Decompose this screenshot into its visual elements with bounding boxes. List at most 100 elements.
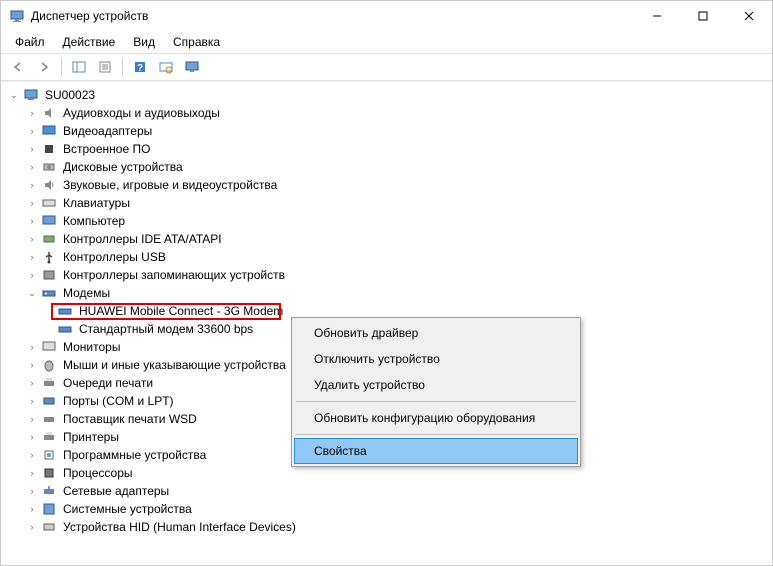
node-label: Поставщик печати WSD (61, 412, 199, 426)
tree-node-net[interactable]: › Сетевые адаптеры (3, 482, 770, 500)
expander-icon[interactable]: › (25, 268, 39, 282)
tree-node-keyboard[interactable]: › Клавиатуры (3, 194, 770, 212)
tree-node-video[interactable]: › Видеоадаптеры (3, 122, 770, 140)
forward-button[interactable] (33, 56, 55, 78)
minimize-button[interactable] (634, 1, 680, 31)
expander-icon[interactable]: › (25, 430, 39, 444)
expander-icon[interactable]: › (25, 124, 39, 138)
tree-node-ide[interactable]: › Контроллеры IDE ATA/ATAPI (3, 230, 770, 248)
display-icon (41, 123, 57, 139)
tree-node-usb[interactable]: › Контроллеры USB (3, 248, 770, 266)
chip-icon (41, 141, 57, 157)
toolbar-separator (122, 58, 123, 76)
system-icon (41, 501, 57, 517)
expander-icon[interactable]: › (25, 520, 39, 534)
expander-icon[interactable]: › (25, 448, 39, 462)
show-hide-tree-button[interactable] (68, 56, 90, 78)
expander-icon[interactable]: › (25, 412, 39, 426)
node-label: Контроллеры запоминающих устройств (61, 268, 287, 282)
tree-node-storage[interactable]: › Контроллеры запоминающих устройств (3, 266, 770, 284)
expander-icon[interactable]: › (25, 232, 39, 246)
node-label: Модемы (61, 286, 112, 300)
tree-node-computer[interactable]: › Компьютер (3, 212, 770, 230)
node-label: Компьютер (61, 214, 127, 228)
menu-help[interactable]: Справка (165, 33, 228, 51)
node-label: HUAWEI Mobile Connect - 3G Modem (77, 304, 285, 318)
expander-icon[interactable]: › (25, 466, 39, 480)
tree-node-system[interactable]: › Системные устройства (3, 500, 770, 518)
expander-icon[interactable]: › (25, 340, 39, 354)
node-label: Стандартный модем 33600 bps (77, 322, 255, 336)
app-icon (9, 8, 25, 24)
node-label: Системные устройства (61, 502, 194, 516)
expander-icon[interactable]: ⌄ (7, 88, 21, 102)
expander-icon[interactable]: › (25, 250, 39, 264)
node-label: Контроллеры IDE ATA/ATAPI (61, 232, 224, 246)
speaker-icon (41, 177, 57, 193)
keyboard-icon (41, 195, 57, 211)
properties-button[interactable] (94, 56, 116, 78)
tree-node-modems[interactable]: ⌄ Модемы (3, 284, 770, 302)
svg-text:?: ? (137, 63, 143, 74)
storage-icon (41, 267, 57, 283)
expander-icon[interactable]: › (25, 196, 39, 210)
ctx-properties[interactable]: Свойства (294, 438, 578, 464)
close-button[interactable] (726, 1, 772, 31)
tree-node-firmware[interactable]: › Встроенное ПО (3, 140, 770, 158)
expander-icon[interactable]: › (25, 142, 39, 156)
expander-icon[interactable]: › (25, 160, 39, 174)
computer-icon (23, 87, 39, 103)
expander-icon[interactable]: › (25, 394, 39, 408)
titlebar: Диспетчер устройств (1, 1, 772, 31)
node-label: Контроллеры USB (61, 250, 168, 264)
ctx-update-driver[interactable]: Обновить драйвер (294, 320, 578, 346)
maximize-button[interactable] (680, 1, 726, 31)
modem-icon (57, 303, 73, 319)
expander-icon[interactable]: › (25, 502, 39, 516)
ctx-remove-device[interactable]: Удалить устройство (294, 372, 578, 398)
tree-node-hid[interactable]: › Устройства HID (Human Interface Device… (3, 518, 770, 536)
monitor-button[interactable] (181, 56, 203, 78)
node-label: Встроенное ПО (61, 142, 152, 156)
node-label: Видеоадаптеры (61, 124, 154, 138)
node-label: Мониторы (61, 340, 122, 354)
toolbar: ? (1, 53, 772, 81)
node-label: Аудиовходы и аудиовыходы (61, 106, 222, 120)
tree-node-disk[interactable]: › Дисковые устройства (3, 158, 770, 176)
software-icon (41, 447, 57, 463)
tree-node-sound[interactable]: › Звуковые, игровые и видеоустройства (3, 176, 770, 194)
node-label: Устройства HID (Human Interface Devices) (61, 520, 298, 534)
controller-icon (41, 231, 57, 247)
node-label: SU00023 (43, 88, 97, 102)
menu-view[interactable]: Вид (125, 33, 163, 51)
node-label: Порты (COM и LPT) (61, 394, 176, 408)
menubar: Файл Действие Вид Справка (1, 31, 772, 53)
expander-icon[interactable]: › (25, 178, 39, 192)
node-label: Очереди печати (61, 376, 155, 390)
help-button[interactable]: ? (129, 56, 151, 78)
scan-hardware-button[interactable] (155, 56, 177, 78)
node-label: Процессоры (61, 466, 135, 480)
tree-root[interactable]: ⌄ SU00023 (3, 86, 770, 104)
expander-icon[interactable]: › (25, 358, 39, 372)
menu-file[interactable]: Файл (7, 33, 53, 51)
ctx-scan-hardware[interactable]: Обновить конфигурацию оборудования (294, 405, 578, 431)
expander-icon[interactable]: › (25, 214, 39, 228)
device-tree[interactable]: ⌄ SU00023 › Аудиовходы и аудиовыходы › В… (1, 81, 772, 563)
expander-icon[interactable]: › (25, 106, 39, 120)
expander-icon[interactable]: › (25, 484, 39, 498)
node-label: Звуковые, игровые и видеоустройства (61, 178, 279, 192)
node-label: Мыши и иные указывающие устройства (61, 358, 288, 372)
expander-icon[interactable]: › (25, 376, 39, 390)
node-label: Дисковые устройства (61, 160, 185, 174)
printer-icon (41, 429, 57, 445)
usb-icon (41, 249, 57, 265)
printer-icon (41, 375, 57, 391)
back-button[interactable] (7, 56, 29, 78)
context-menu: Обновить драйвер Отключить устройство Уд… (291, 317, 581, 467)
tree-node-audio[interactable]: › Аудиовходы и аудиовыходы (3, 104, 770, 122)
expander-icon[interactable]: ⌄ (25, 286, 39, 300)
window-title: Диспетчер устройств (31, 9, 634, 23)
menu-action[interactable]: Действие (55, 33, 124, 51)
ctx-disable-device[interactable]: Отключить устройство (294, 346, 578, 372)
